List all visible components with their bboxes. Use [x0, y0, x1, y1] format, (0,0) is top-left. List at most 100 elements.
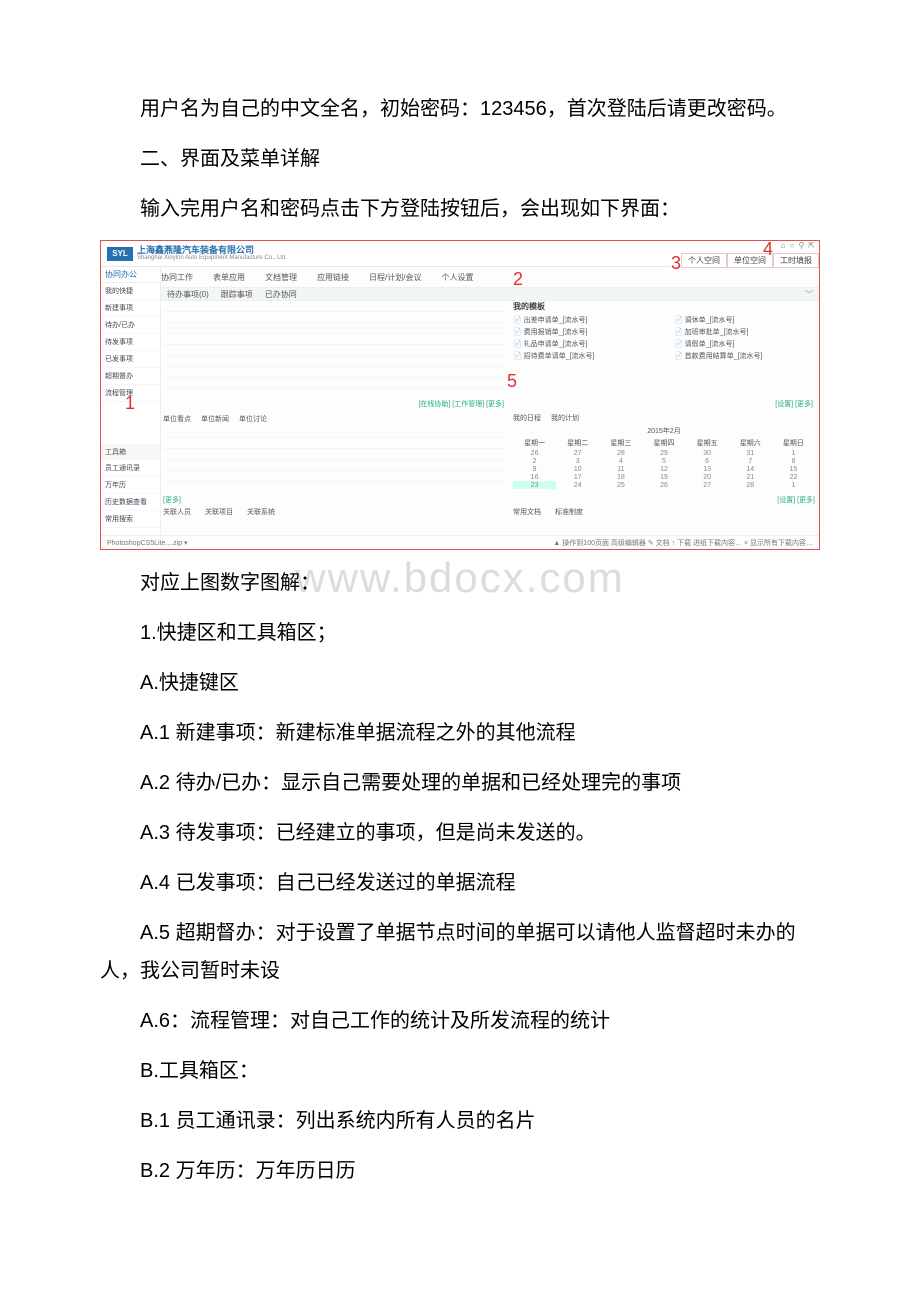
- para-item-A2: A.2 待办/已办：显示自己需要处理的单据和已经处理完的事项: [100, 764, 820, 802]
- sidebar-item-todo[interactable]: 待办/已办: [101, 317, 160, 334]
- calendar-day[interactable]: 6: [686, 457, 729, 465]
- calendar-day[interactable]: 18: [599, 473, 642, 481]
- unit-tab-spot[interactable]: 单位看点: [163, 414, 191, 424]
- expand-icon[interactable]: ⇱: [808, 241, 815, 253]
- nav-docs[interactable]: 文档管理: [265, 272, 297, 283]
- calendar-day[interactable]: 10: [556, 465, 599, 473]
- calendar-day[interactable]: 14: [729, 465, 772, 473]
- calendar-day[interactable]: 3: [556, 457, 599, 465]
- collapse-icon[interactable]: ﹀: [805, 289, 813, 300]
- related-projects[interactable]: 关联项目: [205, 507, 233, 517]
- tab-todo[interactable]: 待办事项(0): [167, 289, 209, 300]
- calendar-day[interactable]: 16: [513, 473, 556, 481]
- template-item[interactable]: 费用报销单_[流水号]: [513, 327, 654, 337]
- calendar-day[interactable]: 28: [729, 481, 772, 489]
- para-item-A4: A.4 已发事项：自己已经发送过的单据流程: [100, 864, 820, 902]
- mid-links-left[interactable]: [在线协助] [工作管理] [更多]: [163, 399, 508, 409]
- toolbox-search[interactable]: 常用搜索: [101, 511, 160, 528]
- calendar-day[interactable]: 2: [513, 457, 556, 465]
- top-icon-bar: ⌂ ○ ⚲ ⇱: [769, 241, 819, 253]
- calendar-day[interactable]: 23: [513, 481, 556, 489]
- related-people[interactable]: 关联人员: [163, 507, 191, 517]
- tab-personal-space[interactable]: 个人空间: [681, 253, 727, 268]
- sidebar-item-sent[interactable]: 已发事项: [101, 351, 160, 368]
- unit-tab-discuss[interactable]: 单位讨论: [239, 414, 267, 424]
- unit-tab-news[interactable]: 单位新闻: [201, 414, 229, 424]
- calendar-day[interactable]: 20: [686, 473, 729, 481]
- calendar-day[interactable]: 17: [556, 473, 599, 481]
- calendar-month: 2015年2月: [513, 425, 815, 437]
- refresh-icon[interactable]: ○: [790, 241, 795, 253]
- calendar-day[interactable]: 30: [686, 449, 729, 457]
- template-item[interactable]: 请假单_[流水号]: [674, 339, 815, 349]
- calendar-day[interactable]: 15: [772, 465, 815, 473]
- calendar-day[interactable]: 28: [599, 449, 642, 457]
- calendar-day[interactable]: 31: [729, 449, 772, 457]
- para-item-1: 1.快捷区和工具箱区；: [100, 614, 820, 652]
- more-link-right[interactable]: [设置] [更多]: [777, 495, 815, 505]
- nav-collab[interactable]: 协同工作: [161, 272, 193, 283]
- tab-track[interactable]: 跟踪事项: [221, 289, 253, 300]
- calendar-day[interactable]: 22: [772, 473, 815, 481]
- home-icon[interactable]: ⌂: [781, 241, 786, 253]
- calendar-weekday: 星期三: [599, 437, 642, 449]
- calendar-day[interactable]: 8: [772, 457, 815, 465]
- para-item-A1: A.1 新建事项：新建标准单据流程之外的其他流程: [100, 714, 820, 752]
- calendar-weekday: 星期六: [729, 437, 772, 449]
- templates-panel: 我的模板 出差申请单_[流水号] 调休单_[流水号] 费用报销单_[流水号] 加…: [513, 301, 815, 397]
- tab-time-report[interactable]: 工时填报: [773, 253, 819, 268]
- annotation-5: 5: [507, 371, 517, 392]
- calendar-day[interactable]: 11: [599, 465, 642, 473]
- footer-actions[interactable]: ▲ 操作到100页面 高级编辑器 ✎ 文档 ↑ 下载 进纸下载内容… × 显示所…: [553, 538, 813, 548]
- calendar-day[interactable]: 1: [772, 481, 815, 489]
- calendar-day[interactable]: 25: [599, 481, 642, 489]
- calendar-day[interactable]: 1: [772, 449, 815, 457]
- calendar-day[interactable]: 27: [556, 449, 599, 457]
- toolbox-calendar[interactable]: 万年历: [101, 477, 160, 494]
- template-item[interactable]: 出差申请单_[流水号]: [513, 315, 654, 325]
- calendar-day[interactable]: 29: [642, 449, 685, 457]
- cal-tab-schedule[interactable]: 我的日程: [513, 413, 541, 423]
- calendar-day[interactable]: 13: [686, 465, 729, 473]
- toolbox-history[interactable]: 历史数据查看: [101, 494, 160, 511]
- calendar-day[interactable]: 27: [686, 481, 729, 489]
- calendar-day[interactable]: 21: [729, 473, 772, 481]
- calendar-day[interactable]: 19: [642, 473, 685, 481]
- calendar-day[interactable]: 9: [513, 465, 556, 473]
- template-item[interactable]: 礼品申请单_[流水号]: [513, 339, 654, 349]
- sidebar-item-new[interactable]: 新建事项: [101, 300, 160, 317]
- search-icon[interactable]: ⚲: [798, 241, 804, 253]
- template-item[interactable]: 招待费单请单_[流水号]: [513, 351, 654, 361]
- sidebar-header: 协同办公: [101, 267, 160, 283]
- nav-settings[interactable]: 个人设置: [441, 272, 473, 283]
- related-systems[interactable]: 关联系统: [247, 507, 275, 517]
- more-link-left[interactable]: [更多]: [163, 495, 181, 505]
- docs-standards[interactable]: 标准制度: [555, 507, 583, 517]
- template-item[interactable]: 调休单_[流水号]: [674, 315, 815, 325]
- calendar-day[interactable]: 26: [642, 481, 685, 489]
- calendar-day[interactable]: 4: [599, 457, 642, 465]
- nav-apps[interactable]: 应用链接: [317, 272, 349, 283]
- calendar-day[interactable]: 26: [513, 449, 556, 457]
- calendar-day[interactable]: 5: [642, 457, 685, 465]
- toolbox-contacts[interactable]: 员工通讯录: [101, 460, 160, 477]
- calendar-day[interactable]: 12: [642, 465, 685, 473]
- template-item[interactable]: 首款费用结算单_[流水号]: [674, 351, 815, 361]
- docs-common[interactable]: 常用文档: [513, 507, 541, 517]
- company-name-en: Shanghai Xinylon Auto Equipment Manufact…: [137, 255, 287, 261]
- tab-done[interactable]: 已办协同: [265, 289, 297, 300]
- toolbox-header: 工具箱: [101, 444, 160, 460]
- mid-links-right[interactable]: [设置] [更多]: [775, 399, 813, 409]
- nav-forms[interactable]: 表单应用: [213, 272, 245, 283]
- sidebar-item-overdue[interactable]: 超期督办: [101, 368, 160, 385]
- template-item[interactable]: 加班审批单_[流水号]: [674, 327, 815, 337]
- para-legend-intro: 对应上图数字图解：: [100, 564, 820, 602]
- calendar-day[interactable]: 24: [556, 481, 599, 489]
- cal-tab-plan[interactable]: 我的计划: [551, 413, 579, 423]
- calendar-day[interactable]: 7: [729, 457, 772, 465]
- sidebar-item-pending[interactable]: 待发事项: [101, 334, 160, 351]
- download-chip[interactable]: PhotoshopCS5Lite....zip ▾: [107, 539, 188, 547]
- annotation-1: 1: [125, 393, 135, 414]
- calendar-panel: 我的日程 我的计划 2015年2月 星期一星期二星期三星期四星期五星期六星期日 …: [513, 411, 815, 493]
- nav-schedule[interactable]: 日程/计划/会议: [369, 272, 421, 283]
